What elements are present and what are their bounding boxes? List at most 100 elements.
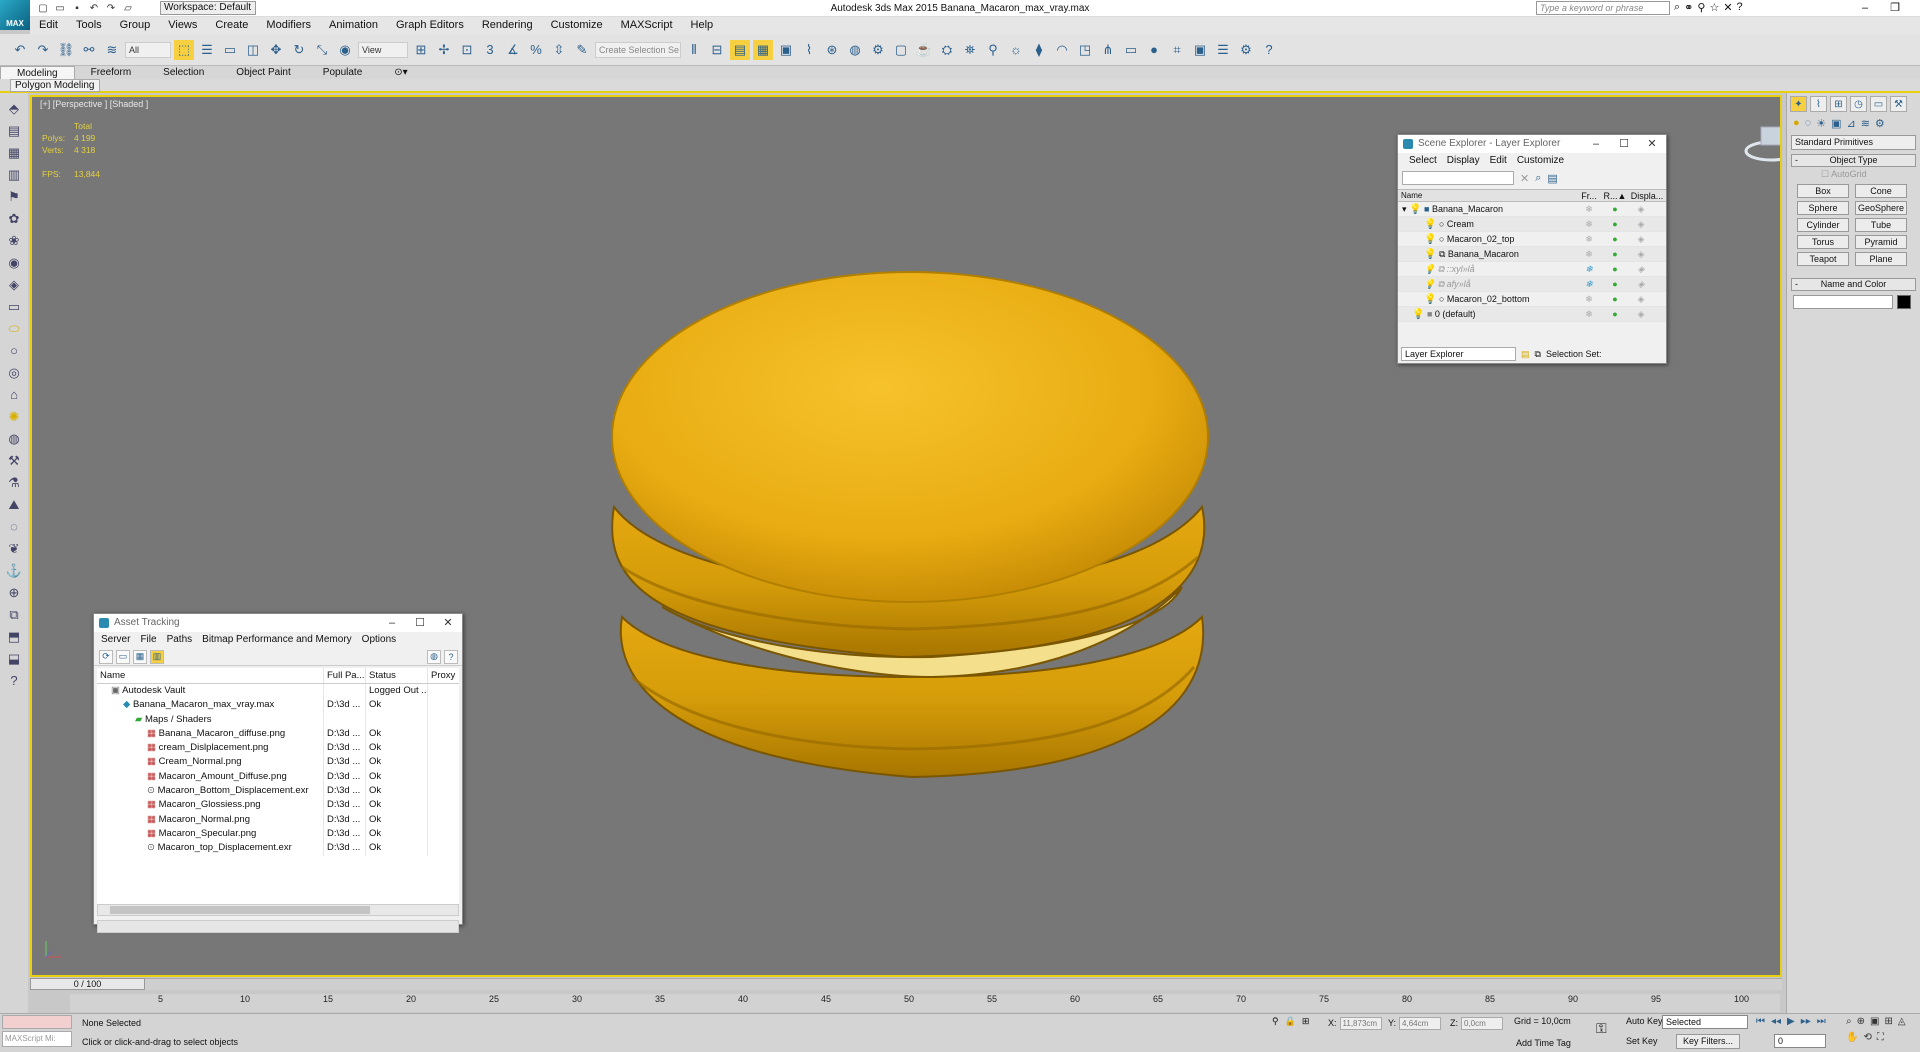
macaron-3d-model[interactable] bbox=[602, 257, 1222, 817]
render-icon[interactable]: ● bbox=[1602, 232, 1628, 246]
curve-editor-icon[interactable]: ⌇ bbox=[799, 40, 819, 60]
communication-icon[interactable]: ⚲ bbox=[1697, 1, 1705, 14]
cameras-icon[interactable]: ▣ bbox=[1831, 117, 1841, 130]
go-to-start-icon[interactable]: ⏮ bbox=[1756, 1016, 1765, 1027]
link-icon[interactable]: ⛓ bbox=[56, 40, 76, 60]
menu-help[interactable]: Help bbox=[682, 17, 723, 34]
subscription-icon[interactable]: ⚭ bbox=[1684, 1, 1693, 14]
freeze-icon[interactable]: ❄ bbox=[1576, 277, 1602, 291]
edit-named-selection-icon[interactable]: ✎ bbox=[572, 40, 592, 60]
asset-row[interactable]: ⊙ Macaron_Bottom_Displacement.exr D:\3d .… bbox=[97, 784, 459, 799]
explorer-type-dropdown[interactable]: Layer Explorer bbox=[1401, 347, 1516, 361]
tool-icon-10[interactable]: ▭ bbox=[5, 297, 23, 316]
object-name-input[interactable] bbox=[1793, 295, 1893, 309]
tool-icon-12[interactable]: ○ bbox=[5, 341, 23, 360]
tool-icon-25[interactable]: ⬒ bbox=[5, 627, 23, 646]
vray-toolbar-icon-2[interactable]: ⛯ bbox=[960, 40, 980, 60]
save-icon[interactable]: ▪ bbox=[70, 2, 84, 16]
tool-icon-22[interactable]: ⚓ bbox=[5, 561, 23, 580]
expand-icon[interactable]: ▾ bbox=[1402, 204, 1407, 214]
polygon-modeling-panel[interactable]: Polygon Modeling bbox=[10, 79, 100, 92]
at-menu-paths[interactable]: Paths bbox=[162, 632, 198, 648]
z-input[interactable]: 0,0cm bbox=[1461, 1016, 1503, 1030]
tool-icon-18[interactable]: ⚗ bbox=[5, 473, 23, 492]
menu-modifiers[interactable]: Modifiers bbox=[257, 17, 320, 34]
zoom-extents-all-icon[interactable]: ⊞ bbox=[1884, 1016, 1892, 1027]
box-button[interactable]: Box bbox=[1797, 184, 1849, 198]
systems-icon[interactable]: ⚙ bbox=[1875, 117, 1885, 130]
absolute-mode-icon[interactable]: ⊞ bbox=[1302, 1016, 1310, 1027]
asset-row[interactable]: ▦ Macaron_Amount_Diffuse.png D:\3d ... Ok bbox=[97, 769, 459, 785]
tool-icon-19[interactable]: ⛰ bbox=[5, 495, 23, 514]
play-icon[interactable]: ▶ bbox=[1787, 1016, 1795, 1027]
tool-icon-9[interactable]: ◈ bbox=[5, 275, 23, 294]
asset-row[interactable]: ▦ cream_Dislplacement.png D:\3d ... Ok bbox=[97, 741, 459, 756]
autogrid-checkbox[interactable]: ☐ AutoGrid bbox=[1821, 169, 1920, 180]
maxscript-mini-listener[interactable]: MAXScript Mi: bbox=[2, 1031, 72, 1047]
undo-icon[interactable]: ↶ bbox=[10, 40, 30, 60]
render-setup-icon[interactable]: ⚙ bbox=[868, 40, 888, 60]
select-by-name-icon[interactable]: ☰ bbox=[197, 40, 217, 60]
select-move-icon[interactable]: ✥ bbox=[266, 40, 286, 60]
light-bulb-icon[interactable]: 💡 bbox=[1424, 279, 1435, 289]
pan-icon[interactable]: ✋ bbox=[1846, 1032, 1858, 1043]
tool-icon-11[interactable]: ⬭ bbox=[5, 319, 23, 338]
asset-row[interactable]: ◆ Banana_Macaron_max_vray.max D:\3d ... Ok bbox=[97, 698, 459, 713]
display-icon[interactable]: ◈ bbox=[1628, 202, 1654, 216]
tool-icon-16[interactable]: ◍ bbox=[5, 429, 23, 448]
keyboard-shortcut-icon[interactable]: ⊡ bbox=[457, 40, 477, 60]
tab-populate[interactable]: Populate bbox=[307, 66, 378, 79]
menu-views[interactable]: Views bbox=[159, 17, 206, 34]
add-time-tag[interactable]: Add Time Tag bbox=[1516, 1038, 1571, 1048]
geometry-icon[interactable]: ● bbox=[1793, 117, 1800, 130]
render-icon[interactable]: ● bbox=[1602, 247, 1628, 261]
tool-icon-1[interactable]: ⬘ bbox=[5, 99, 23, 118]
scene-row[interactable]: 💡 ○ Macaron_02_top ❄ ● ◈ bbox=[1398, 232, 1666, 247]
display-icon[interactable]: ◈ bbox=[1628, 277, 1654, 291]
display-icon[interactable]: ◈ bbox=[1628, 217, 1654, 231]
help-icon[interactable]: ? bbox=[1737, 1, 1743, 14]
workspace-dropdown[interactable]: Workspace: Default bbox=[160, 1, 256, 15]
tool-icon-3[interactable]: ▦ bbox=[5, 143, 23, 162]
key-filters-button[interactable]: Key Filters... bbox=[1676, 1034, 1740, 1049]
render-icon[interactable]: ● bbox=[1602, 307, 1628, 321]
torus-button[interactable]: Torus bbox=[1797, 235, 1849, 249]
unlink-icon[interactable]: ⚯ bbox=[79, 40, 99, 60]
auto-key-button[interactable]: Auto Key bbox=[1626, 1016, 1663, 1026]
asset-row[interactable]: ▣ Autodesk Vault Logged Out ... bbox=[97, 684, 459, 699]
pivot-center-icon[interactable]: ⊞ bbox=[411, 40, 431, 60]
at-menu-options[interactable]: Options bbox=[357, 632, 401, 648]
display-icon[interactable]: ◈ bbox=[1628, 262, 1654, 276]
mirror-icon[interactable]: ⫴ bbox=[684, 40, 704, 60]
freeze-icon[interactable]: ❄ bbox=[1576, 232, 1602, 246]
viewcube[interactable] bbox=[1744, 121, 1782, 163]
y-input[interactable]: 4,64cm bbox=[1399, 1016, 1442, 1030]
close-icon[interactable]: ✕ bbox=[434, 614, 462, 632]
asset-row[interactable]: ▦ Banana_Macaron_diffuse.png D:\3d ... Ok bbox=[97, 726, 459, 742]
project-folder-icon[interactable]: ▱ bbox=[121, 2, 135, 16]
select-place-icon[interactable]: ◉ bbox=[335, 40, 355, 60]
list-view-icon[interactable]: ▭ bbox=[116, 649, 130, 664]
tool-icon-15[interactable]: ✺ bbox=[5, 407, 23, 426]
light-bulb-icon[interactable]: 💡 bbox=[1424, 234, 1436, 245]
maximize-icon[interactable]: ☐ bbox=[406, 614, 434, 632]
at-menu-bitmap[interactable]: Bitmap Performance and Memory bbox=[197, 632, 357, 648]
tool-icon-24[interactable]: ⧉ bbox=[5, 605, 23, 624]
close-icon[interactable]: ✕ bbox=[1910, 0, 1920, 17]
tool-icon-4[interactable]: ▥ bbox=[5, 165, 23, 184]
display-tab-icon[interactable]: ▭ bbox=[1870, 96, 1887, 112]
menu-edit[interactable]: Edit bbox=[30, 17, 67, 34]
window-crossing-icon[interactable]: ◫ bbox=[243, 40, 263, 60]
motion-tab-icon[interactable]: ◷ bbox=[1850, 96, 1867, 112]
tool-icon-6[interactable]: ✿ bbox=[5, 209, 23, 228]
restore-icon[interactable]: ❐ bbox=[1880, 0, 1910, 17]
minimize-icon[interactable]: – bbox=[378, 614, 406, 632]
render-icon[interactable]: ● bbox=[1602, 277, 1628, 291]
search-input[interactable]: Type a keyword or phrase bbox=[1536, 1, 1670, 15]
zoom-all-icon[interactable]: ⊕ bbox=[1857, 1016, 1865, 1027]
schematic-view-icon[interactable]: ⊛ bbox=[822, 40, 842, 60]
exchange-icon[interactable]: ✕ bbox=[1723, 1, 1732, 14]
set-keys-icon[interactable]: ⚿ bbox=[1596, 1020, 1607, 1037]
ribbon-options-icon[interactable]: ⊙▾ bbox=[378, 66, 423, 79]
percent-snap-icon[interactable]: % bbox=[526, 40, 546, 60]
